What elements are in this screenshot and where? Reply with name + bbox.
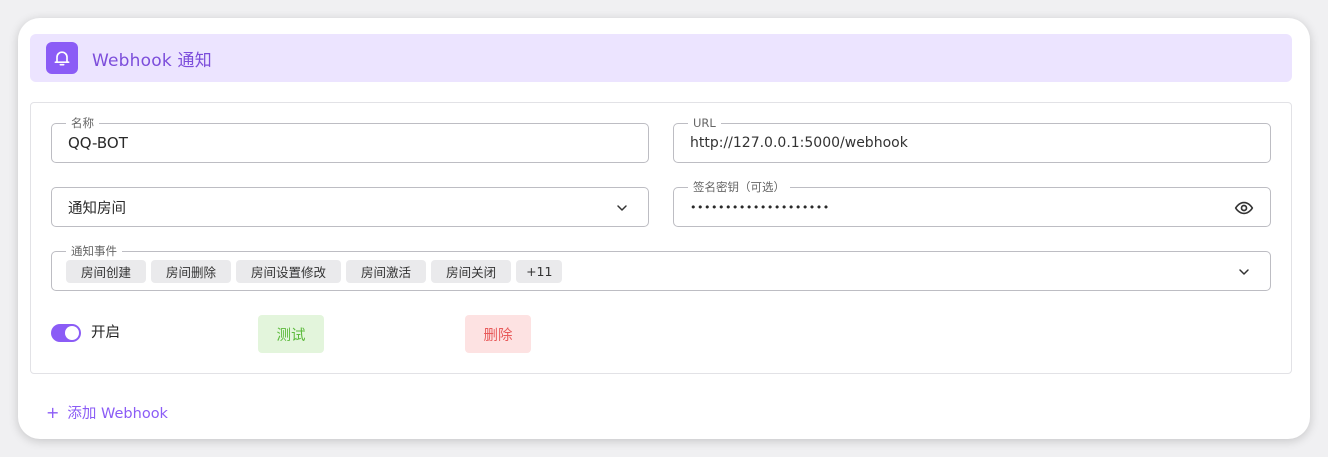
webhook-card: Webhook 通知 名称 QQ-BOT URL http://127.0.0.… bbox=[18, 18, 1310, 439]
enable-toggle-label: 开启 bbox=[91, 325, 120, 341]
card-title: Webhook 通知 bbox=[92, 50, 212, 71]
more-events-chip[interactable]: +11 bbox=[516, 259, 563, 283]
url-field-value: http://127.0.0.1:5000/webhook bbox=[690, 135, 908, 151]
card-header: Webhook 通知 bbox=[30, 34, 1292, 82]
events-select-label: 通知事件 bbox=[66, 244, 122, 258]
name-field[interactable]: 名称 QQ-BOT bbox=[51, 116, 649, 163]
event-chip[interactable]: 房间激活 bbox=[346, 259, 427, 283]
add-webhook-button[interactable]: + 添加 Webhook bbox=[46, 402, 168, 423]
test-button[interactable]: 测试 bbox=[258, 315, 324, 353]
plus-icon: + bbox=[46, 403, 60, 422]
webhook-form-panel: 名称 QQ-BOT URL http://127.0.0.1:5000/webh… bbox=[30, 102, 1292, 374]
name-field-value: QQ-BOT bbox=[68, 134, 128, 152]
chevron-down-icon bbox=[1239, 269, 1249, 275]
event-chip[interactable]: 房间创建 bbox=[66, 259, 147, 283]
bell-icon bbox=[46, 42, 78, 74]
event-chips: 房间创建 房间删除 房间设置修改 房间激活 房间关闭 +11 bbox=[66, 259, 563, 283]
secret-field[interactable]: 签名密钥（可选） •••••••••••••••••••• bbox=[673, 180, 1271, 227]
events-select[interactable]: 通知事件 房间创建 房间删除 房间设置修改 房间激活 房间关闭 +11 bbox=[51, 244, 1271, 291]
delete-button[interactable]: 删除 bbox=[465, 315, 531, 353]
name-field-label: 名称 bbox=[66, 116, 99, 130]
enable-toggle[interactable] bbox=[51, 324, 81, 342]
event-chip[interactable]: 房间删除 bbox=[151, 259, 232, 283]
secret-field-value: •••••••••••••••••••• bbox=[690, 200, 830, 214]
add-webhook-label: 添加 Webhook bbox=[67, 406, 168, 422]
toggle-knob bbox=[65, 326, 79, 340]
url-field[interactable]: URL http://127.0.0.1:5000/webhook bbox=[673, 116, 1271, 163]
room-select[interactable]: 通知房间 bbox=[51, 187, 649, 227]
room-select-value: 通知房间 bbox=[68, 200, 126, 217]
secret-field-label: 签名密钥（可选） bbox=[688, 180, 790, 194]
chevron-down-icon bbox=[617, 205, 627, 211]
event-chip[interactable]: 房间关闭 bbox=[431, 259, 512, 283]
eye-icon[interactable] bbox=[1234, 198, 1254, 218]
event-chip[interactable]: 房间设置修改 bbox=[236, 259, 342, 283]
url-field-label: URL bbox=[688, 116, 721, 130]
